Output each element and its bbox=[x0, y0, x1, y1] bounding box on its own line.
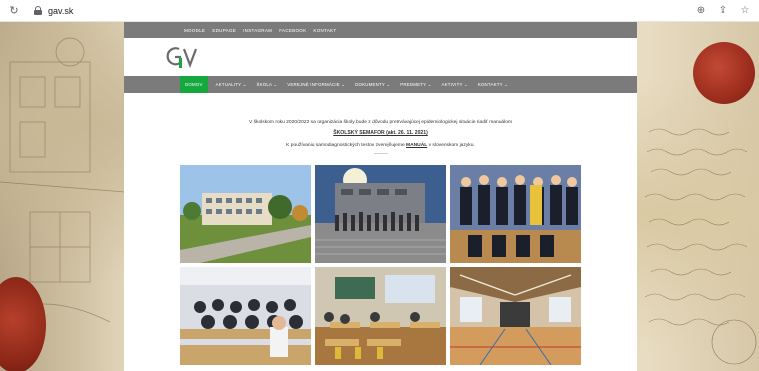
skolsky-semafor-link[interactable]: ŠKOLSKÝ SEMAFOR (akt. 26. 11. 2021) bbox=[124, 130, 637, 136]
topbar-link-kontakt[interactable]: KONTAKT bbox=[313, 28, 336, 33]
gym-hall-photo[interactable] bbox=[450, 267, 581, 365]
manual-text: K používaniu samodiagnostických testov z… bbox=[286, 143, 475, 148]
browser-toolbar: ↻ gav.sk ⊕ ⇪ ☆ bbox=[0, 0, 759, 22]
address-bar[interactable]: gav.sk bbox=[48, 6, 73, 16]
announcement: V školskom roku 2020/2022 sa organizácia… bbox=[124, 120, 637, 154]
school-building-photo[interactable] bbox=[180, 165, 311, 263]
wax-seal-top bbox=[693, 42, 755, 104]
header bbox=[124, 38, 637, 76]
manual-link[interactable]: MANUÁL bbox=[406, 143, 427, 148]
lock-icon[interactable] bbox=[34, 6, 42, 15]
nav-item-skola[interactable]: ŠKOLA ⌄ bbox=[257, 82, 278, 88]
page-background: MOODLE EDUPAGE INSTAGRAM FACEBOOK KONTAK… bbox=[0, 22, 759, 371]
photo-gallery bbox=[180, 165, 581, 365]
students-group-photo[interactable] bbox=[315, 165, 446, 263]
main-navigation: DOMOV AKTUALITY ⌄ ŠKOLA ⌄ VEREJNÉ INFORM… bbox=[124, 76, 637, 93]
topbar-link-instagram[interactable]: INSTAGRAM bbox=[243, 28, 272, 33]
topbar-link-moodle[interactable]: MOODLE bbox=[184, 28, 205, 33]
nav-item-aktivity[interactable]: AKTIVITY ⌄ bbox=[441, 82, 467, 88]
reload-icon[interactable]: ↻ bbox=[8, 5, 20, 17]
nav-item-domov[interactable]: DOMOV bbox=[180, 76, 208, 93]
nav-item-dokumenty[interactable]: DOKUMENTY ⌄ bbox=[355, 82, 390, 88]
classroom-photo[interactable] bbox=[180, 267, 311, 365]
nav-item-predmety[interactable]: PREDMETY ⌄ bbox=[400, 82, 431, 88]
bookmark-star-icon[interactable]: ☆ bbox=[739, 5, 751, 17]
nav-item-kontakty[interactable]: KONTAKTY ⌄ bbox=[478, 82, 508, 88]
basketball-team-photo[interactable] bbox=[450, 165, 581, 263]
topbar-link-facebook[interactable]: FACEBOOK bbox=[279, 28, 306, 33]
gav-logo[interactable] bbox=[166, 45, 200, 71]
top-links-bar: MOODLE EDUPAGE INSTAGRAM FACEBOOK KONTAK… bbox=[124, 22, 637, 38]
site-container: MOODLE EDUPAGE INSTAGRAM FACEBOOK KONTAK… bbox=[124, 22, 637, 371]
topbar-link-edupage[interactable]: EDUPAGE bbox=[212, 28, 236, 33]
exam-room-photo[interactable] bbox=[315, 267, 446, 365]
announcement-text: V školskom roku 2020/2022 sa organizácia… bbox=[248, 120, 513, 125]
divider bbox=[373, 153, 388, 154]
zoom-icon[interactable]: ⊕ bbox=[695, 5, 707, 17]
share-icon[interactable]: ⇪ bbox=[717, 5, 729, 17]
nav-item-aktuality[interactable]: AKTUALITY ⌄ bbox=[216, 82, 247, 88]
nav-item-verejne-informacie[interactable]: VEREJNÉ INFORMÁCIE ⌄ bbox=[287, 82, 345, 88]
